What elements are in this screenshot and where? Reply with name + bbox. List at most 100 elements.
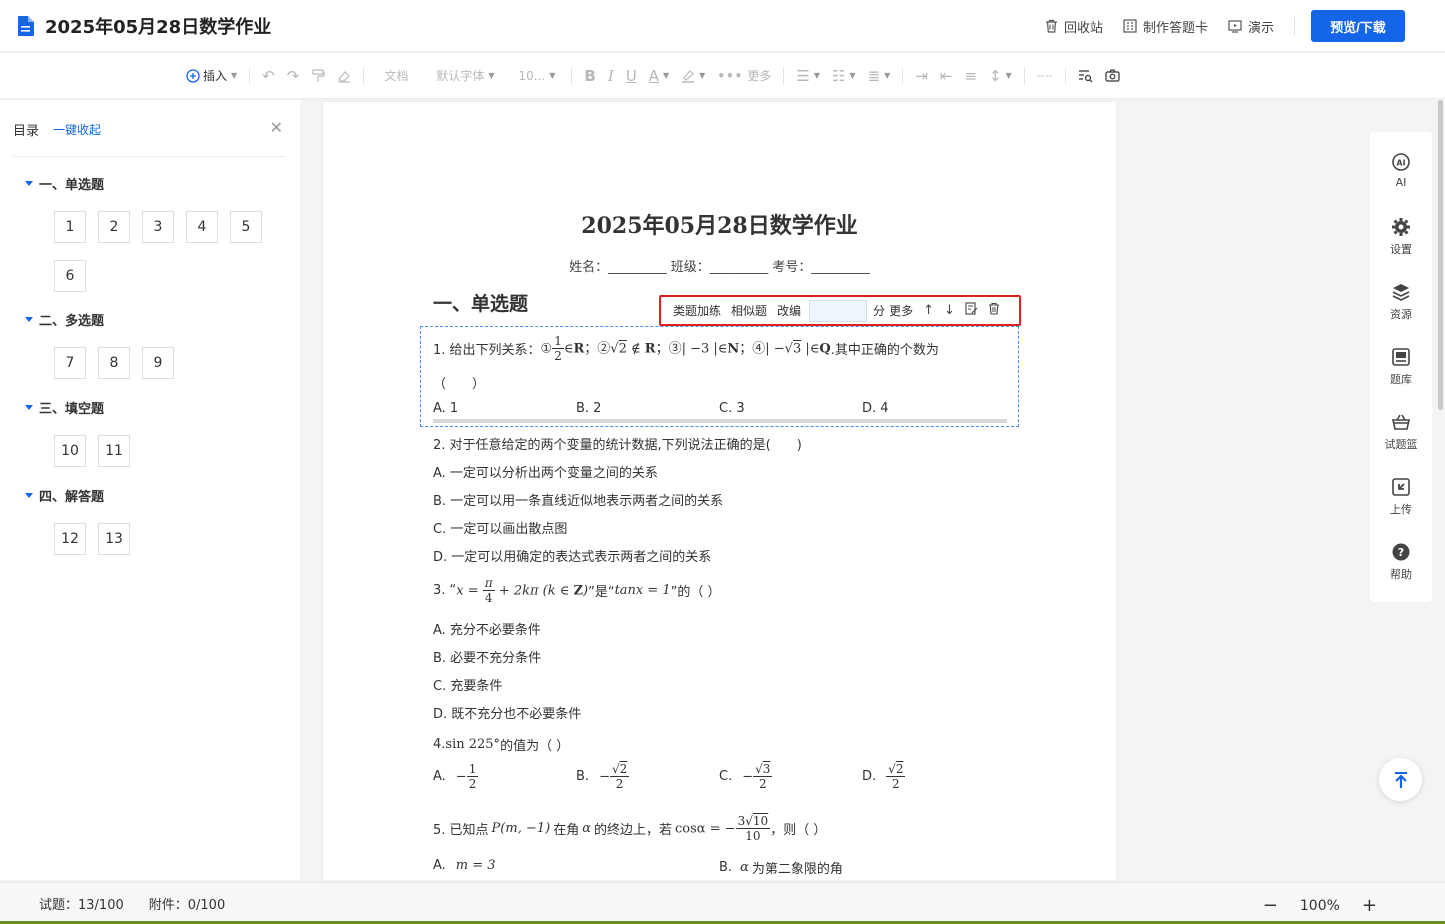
resources-tool-button[interactable]: 资源 — [1370, 282, 1432, 322]
move-up-icon[interactable]: ↑ — [923, 303, 934, 318]
font-size-select[interactable]: 10... ▼ — [519, 69, 556, 83]
question-nav-11[interactable]: 11 — [98, 435, 130, 467]
recycle-bin-button[interactable]: 回收站 — [1045, 17, 1103, 36]
screenshot-button[interactable] — [1105, 69, 1120, 82]
question-1-option-a[interactable]: A. 1 — [433, 401, 458, 416]
question-1-stem[interactable]: 1. 给出下列关系： ① 1 2 ∈R；②√2 ∉ R；③| −3 |∈N；④| −√… — [433, 334, 939, 364]
question-2-option-d[interactable]: D. 一定可以用确定的表达式表示两者之间的关系 — [433, 546, 711, 565]
vertical-scrollbar[interactable] — [1438, 100, 1443, 410]
close-icon[interactable]: ✕ — [270, 118, 283, 137]
section-toggle[interactable]: 三、填空题 — [25, 398, 284, 417]
horizontal-scrollbar[interactable] — [433, 419, 1007, 423]
question-nav-4[interactable]: 4 — [186, 211, 218, 243]
insert-menu[interactable]: 插入 ▼ — [186, 67, 237, 84]
question-2-option-c[interactable]: C. 一定可以画出散点图 — [433, 518, 567, 537]
redo-button[interactable]: ↷ — [287, 67, 300, 85]
first-line-indent-button[interactable]: ≡ — [964, 67, 977, 85]
more-format-button[interactable]: ••• 更多 — [717, 67, 771, 84]
score-input[interactable] — [809, 299, 868, 322]
question-4-option-b[interactable]: B. − √2 2 — [576, 762, 630, 792]
question-nav-3[interactable]: 3 — [142, 211, 174, 243]
font-family-select[interactable]: 默认字体 ▼ — [436, 67, 494, 84]
paragraph-style-select[interactable]: 文档 — [384, 67, 408, 84]
question-bank-tool-button[interactable]: 题库 — [1370, 347, 1432, 387]
document-page[interactable]: 2025年05月28日数学作业 姓名：_________ 班级：________… — [323, 102, 1116, 880]
question-2-option-b[interactable]: B. 一定可以用一条直线近似地表示两者之间的关系 — [433, 490, 723, 509]
similar-question-button[interactable]: 相似题 — [731, 302, 767, 319]
question-nav-5[interactable]: 5 — [230, 211, 262, 243]
document-heading[interactable]: 2025年05月28日数学作业 — [323, 208, 1116, 240]
more-actions-button[interactable]: 更多 — [889, 302, 913, 319]
zoom-out-button[interactable]: − — [1263, 895, 1278, 916]
question-4-option-a[interactable]: A. −1 2 — [433, 762, 479, 792]
back-to-top-button[interactable] — [1379, 758, 1422, 801]
section-toggle[interactable]: 二、多选题 — [25, 310, 284, 329]
format-painter-button[interactable] — [311, 68, 325, 83]
question-5-stem[interactable]: 5. 已知点 P(m, −1) 在角 α 的终边上，若 cosα = −3√10… — [433, 814, 826, 844]
question-nav-13[interactable]: 13 — [98, 523, 130, 555]
similar-practice-button[interactable]: 类题加练 — [673, 302, 721, 319]
section-heading[interactable]: 一、单选题 — [433, 289, 528, 316]
bold-button[interactable]: B — [584, 67, 595, 85]
section-toggle[interactable]: 一、单选题 — [25, 174, 284, 193]
question-basket-tool-button[interactable]: 试题篮 — [1370, 412, 1432, 452]
undo-button[interactable]: ↶ — [262, 67, 275, 85]
question-nav-8[interactable]: 8 — [98, 347, 130, 379]
question-nav-7[interactable]: 7 — [54, 347, 86, 379]
student-info-line[interactable]: 姓名：_________ 班级：_________ 考号：_________ — [323, 256, 1116, 275]
settings-tool-button[interactable]: 设置 — [1370, 217, 1432, 257]
question-1-option-b[interactable]: B. 2 — [576, 401, 601, 416]
question-3-option-b[interactable]: B. 必要不充分条件 — [433, 647, 541, 666]
indent-button[interactable]: ⇥ — [915, 67, 928, 85]
outdent-button[interactable]: ⇤ — [940, 67, 953, 85]
question-3-stem[interactable]: 3. “ x = π4 + 2kπ (k ∈ Z) ”是“ tanx = 1 ”… — [433, 576, 721, 606]
document-title[interactable]: 2025年05月28日数学作业 — [45, 13, 271, 39]
question-nav-12[interactable]: 12 — [54, 523, 86, 555]
question-2-option-a[interactable]: A. 一定可以分析出两个变量之间的关系 — [433, 462, 658, 481]
question-4-option-c[interactable]: C. − √3 2 — [719, 762, 773, 792]
divider-line-button[interactable]: ┈┈ — [1037, 69, 1053, 83]
adapt-button[interactable]: 改编 — [777, 302, 801, 319]
question-5-option-a[interactable]: A. m = 3 — [433, 858, 496, 873]
question-3-option-c[interactable]: C. 充要条件 — [433, 675, 502, 694]
numbered-list-button[interactable]: ☷ ▼ — [832, 67, 856, 85]
question-nav-2[interactable]: 2 — [98, 211, 130, 243]
delete-icon[interactable] — [988, 302, 1000, 319]
line-spacing-button[interactable]: ↕ ▼ — [989, 67, 1012, 85]
zoom-in-button[interactable]: + — [1362, 895, 1377, 916]
answer-card-button[interactable]: 制作答题卡 — [1123, 17, 1208, 36]
bullet-list-button[interactable]: ☰ ▼ — [796, 67, 820, 85]
question-2-stem[interactable]: 2. 对于任意给定的两个变量的统计数据,下列说法正确的是( ) — [433, 434, 802, 453]
edit-icon[interactable] — [965, 302, 978, 319]
font-color-button[interactable]: A ▼ — [649, 67, 669, 85]
question-nav-6[interactable]: 6 — [54, 260, 86, 292]
question-3-option-a[interactable]: A. 充分不必要条件 — [433, 619, 541, 638]
find-replace-button[interactable] — [1078, 69, 1093, 83]
underline-button[interactable]: U — [626, 67, 637, 85]
highlight-button[interactable]: ▼ — [681, 69, 705, 83]
question-5-prefix: 5. 已知点 — [433, 823, 489, 839]
question-3-option-d[interactable]: D. 既不充分也不必要条件 — [433, 703, 581, 722]
clear-format-button[interactable] — [337, 69, 351, 83]
move-down-icon[interactable]: ↓ — [944, 303, 955, 318]
ai-tool-button[interactable]: AI AI — [1370, 152, 1432, 189]
preview-download-button[interactable]: 预览/下载 — [1311, 10, 1405, 42]
question-5-option-b[interactable]: B. α 为第二象限的角 — [719, 858, 843, 877]
question-nav-10[interactable]: 10 — [54, 435, 86, 467]
present-label: 演示 — [1247, 20, 1274, 36]
question-4-option-d[interactable]: D. √2 2 — [862, 762, 906, 792]
help-tool-button[interactable]: ? 帮助 — [1370, 542, 1432, 582]
section-toggle[interactable]: 四、解答题 — [25, 486, 284, 505]
present-button[interactable]: 演示 — [1228, 17, 1274, 36]
first-line-indent-icon: ≡ — [964, 66, 978, 85]
align-button[interactable]: ≣ ▼ — [868, 67, 891, 85]
question-1-option-d[interactable]: D. 4 — [862, 401, 889, 416]
collapse-all-link[interactable]: 一键收起 — [53, 121, 101, 138]
upload-tool-button[interactable]: 上传 — [1370, 477, 1432, 517]
formula-alpha: α — [582, 821, 591, 837]
question-4-stem[interactable]: 4. sin 225° 的值为（ ） — [433, 735, 569, 754]
italic-button[interactable]: I — [608, 67, 614, 85]
question-1-option-c[interactable]: C. 3 — [719, 401, 745, 416]
question-nav-9[interactable]: 9 — [142, 347, 174, 379]
question-nav-1[interactable]: 1 — [54, 211, 86, 243]
